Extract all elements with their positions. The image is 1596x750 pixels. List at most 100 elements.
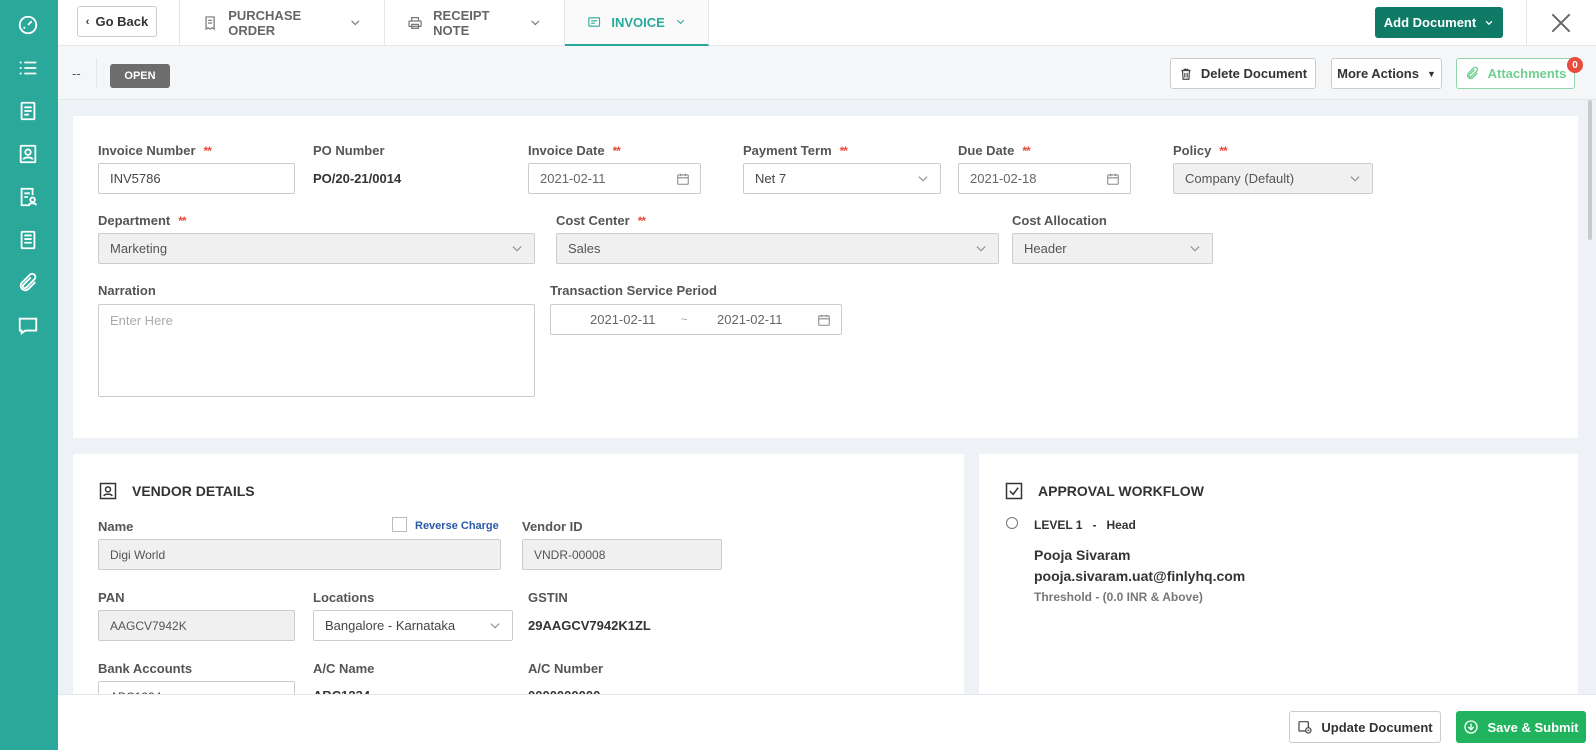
approver-name: Pooja Sivaram: [1034, 547, 1131, 563]
payment-term-select[interactable]: Net 7: [743, 163, 941, 194]
printer-icon: [408, 17, 422, 29]
range-separator: ~: [681, 313, 688, 326]
vendor-details-title: VENDOR DETAILS: [98, 481, 255, 501]
locations-value: Bangalore - Karnataka: [325, 618, 456, 633]
po-number-value: PO/20-21/0014: [313, 171, 402, 186]
add-document-label: Add Document: [1383, 15, 1477, 30]
gstin-value: 29AAGCV7942K1ZL: [528, 618, 651, 633]
narration-label: Narration: [98, 283, 156, 298]
trash-icon: [1181, 68, 1191, 80]
calendar-icon: [818, 314, 830, 326]
vendor-name-field: Digi World: [98, 539, 501, 570]
level-separator: -: [1092, 518, 1097, 532]
invoice-date-field[interactable]: 2021-02-11: [528, 163, 701, 194]
due-date-label: Due Date **: [958, 143, 1031, 158]
top-toolbar: ‹ Go Back PURCHASE ORDER RECEIPT NOTE IN…: [58, 0, 1596, 46]
pan-field: AAGCV7942K: [98, 610, 295, 641]
chevron-down-icon: [1350, 176, 1360, 182]
level-role: Head: [1106, 518, 1136, 532]
ac-name-label: A/C Name: [313, 661, 375, 676]
chevron-down-icon: [512, 246, 522, 252]
dashboard-gauge-icon[interactable]: [17, 14, 39, 36]
tab-purchase-order[interactable]: PURCHASE ORDER: [180, 0, 385, 46]
contact-card-icon[interactable]: [17, 143, 39, 165]
tab-invoice[interactable]: INVOICE: [565, 0, 709, 46]
chevron-down-icon: [918, 176, 928, 182]
attachments-label: Attachments: [1487, 66, 1567, 81]
paperclip-icon[interactable]: [17, 272, 39, 294]
invoice-date-value: 2021-02-11: [540, 171, 606, 186]
pan-label: PAN: [98, 590, 125, 605]
contact-card-icon: [99, 482, 117, 500]
approval-workflow-title-text: APPROVAL WORKFLOW: [1038, 483, 1204, 499]
footer-bar: Update Document Save & Submit: [58, 694, 1596, 750]
service-period-range-field[interactable]: 2021-02-11 ~ 2021-02-11: [550, 304, 842, 335]
go-back-label: Go Back: [95, 14, 149, 29]
cost-center-select[interactable]: Sales: [556, 233, 999, 264]
approval-workflow-title: APPROVAL WORKFLOW: [1004, 481, 1204, 501]
document-icon[interactable]: [17, 100, 39, 122]
more-actions-label: More Actions: [1337, 66, 1419, 81]
threshold-text: Threshold - (0.0 INR & Above): [1034, 590, 1203, 604]
due-date-value: 2021-02-18: [970, 171, 1037, 186]
ac-number-label: A/C Number: [528, 661, 604, 676]
update-document-button[interactable]: Update Document: [1289, 711, 1441, 743]
chevron-down-icon: [531, 20, 540, 26]
cost-center-value: Sales: [568, 241, 601, 256]
cost-center-label: Cost Center **: [556, 213, 646, 228]
save-submit-button[interactable]: Save & Submit: [1456, 711, 1586, 743]
department-label: Department **: [98, 213, 187, 228]
payment-term-value: Net 7: [755, 171, 787, 186]
narration-textarea[interactable]: Enter Here: [98, 304, 535, 397]
approver-email: pooja.sivaram.uat@finlyhq.com: [1034, 568, 1246, 584]
close-icon[interactable]: [1548, 10, 1574, 36]
update-document-label: Update Document: [1321, 719, 1433, 735]
tab-receipt-note[interactable]: RECEIPT NOTE: [385, 0, 565, 46]
locations-select[interactable]: Bangalore - Karnataka: [313, 610, 513, 641]
collapse-dash[interactable]: --: [72, 66, 81, 81]
department-select[interactable]: Marketing: [98, 233, 535, 264]
calendar-icon: [677, 173, 689, 185]
go-back-button[interactable]: ‹ Go Back: [77, 6, 157, 37]
policy-label: Policy **: [1173, 143, 1228, 158]
cost-allocation-select[interactable]: Header: [1012, 233, 1213, 264]
invoice-number-label: Invoice Number **: [98, 143, 212, 158]
bank-accounts-label: Bank Accounts: [98, 661, 193, 676]
tab-label: INVOICE: [611, 14, 665, 30]
vendor-details-title-text: VENDOR DETAILS: [132, 483, 255, 499]
user-report-icon[interactable]: [17, 186, 39, 208]
list-icon[interactable]: [17, 57, 39, 79]
reverse-charge-checkbox[interactable]: [392, 517, 407, 532]
cost-allocation-label: Cost Allocation: [1012, 213, 1107, 228]
invoice-date-label: Invoice Date **: [528, 143, 621, 158]
divider: [96, 58, 97, 88]
chat-icon[interactable]: [17, 315, 39, 337]
service-period-label: Transaction Service Period: [550, 283, 717, 298]
level-name: LEVEL 1: [1034, 518, 1083, 532]
reverse-charge-label[interactable]: Reverse Charge: [415, 520, 499, 532]
add-document-button[interactable]: Add Document: [1375, 7, 1503, 38]
tab-label: PURCHASE ORDER: [228, 8, 302, 38]
chevron-down-icon: [1485, 20, 1493, 25]
vendor-id-field: VNDR-00008: [522, 539, 722, 570]
delete-document-button[interactable]: Delete Document: [1170, 58, 1316, 89]
attachments-count-badge: 0: [1567, 57, 1583, 73]
workflow-level: LEVEL 1 - Head: [1034, 518, 1136, 532]
due-date-field[interactable]: 2021-02-18: [958, 163, 1131, 194]
department-value: Marketing: [110, 241, 168, 256]
attachments-button[interactable]: Attachments: [1456, 58, 1575, 89]
policy-select[interactable]: Company (Default): [1173, 163, 1373, 194]
receipt-icon: [205, 16, 215, 31]
po-number-label: PO Number: [313, 143, 385, 158]
caret-down-icon: ▼: [1426, 68, 1436, 79]
scrollbar[interactable]: [1588, 100, 1592, 240]
level-radio[interactable]: [1006, 517, 1018, 529]
approval-workflow-card: APPROVAL WORKFLOW LEVEL 1 - Head Pooja S…: [979, 454, 1578, 694]
status-badge: OPEN: [110, 64, 170, 88]
file-list-icon[interactable]: [17, 229, 39, 251]
download-circle-icon: [1464, 720, 1479, 734]
more-actions-button[interactable]: More Actions ▼: [1331, 58, 1442, 89]
chevron-down-icon: [490, 623, 500, 629]
refresh-calendar-icon: [1298, 721, 1312, 734]
invoice-number-input[interactable]: INV5786: [98, 163, 295, 194]
